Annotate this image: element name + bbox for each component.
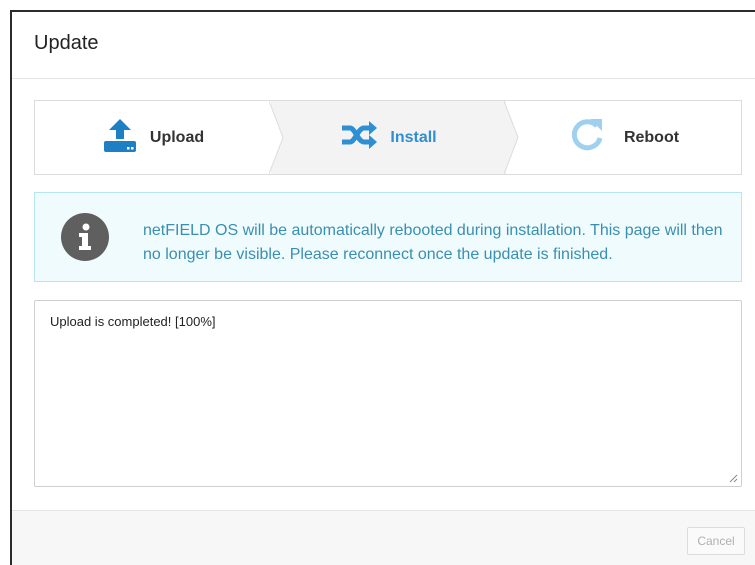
step-install[interactable]: Install — [271, 101, 506, 174]
alert-message: netFIELD OS will be automatically reboot… — [143, 222, 723, 263]
update-stepper: Upload Install Reboot — [34, 100, 742, 175]
step-separator-icon — [269, 101, 284, 174]
step-reboot-label: Reboot — [623, 128, 680, 146]
resize-grip-icon[interactable] — [729, 474, 738, 483]
dialog-header: Update — [12, 12, 755, 79]
update-log-textarea[interactable]: Upload is completed! [100%] — [34, 300, 742, 487]
info-icon — [61, 213, 109, 261]
update-dialog: Update Upload Install Reboot netFIELD OS… — [10, 10, 755, 565]
reboot-icon — [568, 116, 606, 159]
shuffle-icon — [340, 120, 378, 155]
step-upload-label: Upload — [149, 128, 205, 146]
dialog-footer: Cancel — [12, 510, 755, 565]
step-upload[interactable]: Upload — [35, 101, 271, 174]
dialog-title: Update — [34, 32, 99, 54]
step-install-label: Install — [390, 128, 437, 146]
upload-icon — [102, 117, 138, 158]
cancel-button[interactable]: Cancel — [687, 527, 745, 555]
log-text: Upload is completed! [100%] — [50, 314, 216, 329]
step-separator-icon — [504, 101, 519, 174]
step-reboot[interactable]: Reboot — [506, 101, 741, 174]
info-alert: netFIELD OS will be automatically reboot… — [34, 192, 742, 282]
